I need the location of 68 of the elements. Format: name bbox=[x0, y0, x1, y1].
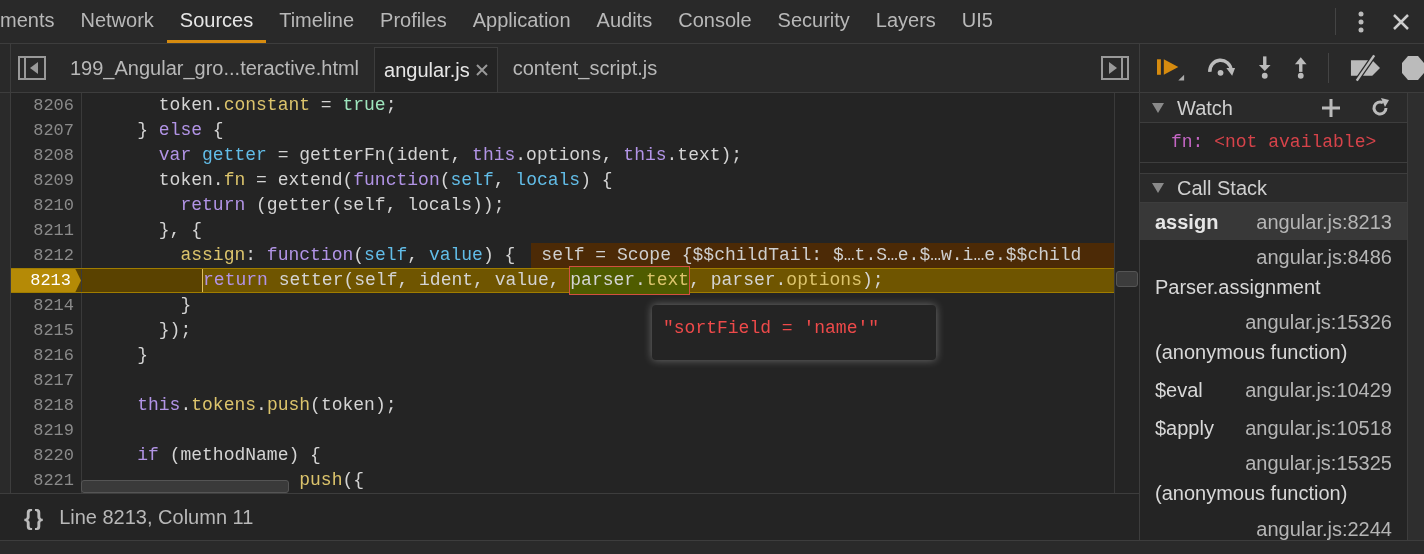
line-number: 8207 bbox=[32, 119, 75, 142]
refresh-icon[interactable] bbox=[1370, 97, 1390, 118]
code-text: } bbox=[180, 294, 192, 317]
code-text: token.constant = true; bbox=[158, 94, 397, 117]
line-number: 8211 bbox=[32, 219, 75, 242]
file-tab[interactable]: angular.js bbox=[374, 47, 498, 92]
cursor-position: Line 8213, Column 11 bbox=[59, 505, 254, 530]
code-text: }); bbox=[158, 319, 192, 342]
line-number: 8220 bbox=[32, 444, 75, 467]
code-text: return setter(self, ident, value, bbox=[203, 269, 561, 292]
code-text: push({ bbox=[299, 469, 365, 492]
step-into-icon[interactable] bbox=[1257, 56, 1273, 80]
call-frame[interactable]: assign angular.js:8213 bbox=[1140, 203, 1407, 240]
panel-tab[interactable]: UI5 bbox=[948, 0, 1006, 43]
panel-tab[interactable]: Network bbox=[67, 0, 167, 43]
panel-tab[interactable]: ments bbox=[0, 0, 68, 43]
file-tab[interactable]: content_script.js bbox=[503, 44, 667, 92]
line-number: 8208 bbox=[32, 144, 75, 167]
watch-header[interactable]: Watch bbox=[1140, 93, 1407, 123]
line-number: 8215 bbox=[32, 319, 75, 342]
panel-tab[interactable]: Timeline bbox=[266, 0, 368, 43]
panel-tab[interactable]: Audits bbox=[583, 0, 666, 43]
sidebar-toggle-icon[interactable] bbox=[18, 56, 46, 80]
line-number: 8218 bbox=[32, 394, 75, 417]
execution-marker: 8213 bbox=[11, 269, 81, 292]
panel-tab[interactable]: Layers bbox=[862, 0, 949, 43]
line-number: 8221 bbox=[32, 469, 75, 492]
line-number: 8206 bbox=[32, 94, 75, 117]
panel-tab[interactable]: Console bbox=[665, 0, 765, 43]
deactivate-breakpoints-icon[interactable] bbox=[1349, 54, 1382, 82]
line-number: 8219 bbox=[32, 419, 75, 442]
code-text: assign: function(self, value) { bbox=[180, 244, 516, 267]
code-text: var getter = getterFn(ident, this.options, this.text); bbox=[158, 144, 743, 167]
line-number: 8209 bbox=[32, 169, 75, 192]
line-number: 8217 bbox=[32, 369, 75, 392]
step-out-icon[interactable] bbox=[1292, 56, 1309, 80]
scrollbar-thumb[interactable] bbox=[81, 480, 289, 493]
disclosure-triangle-icon[interactable] bbox=[1151, 101, 1165, 114]
code-text: if (methodName) { bbox=[137, 444, 321, 467]
code-text: , parser.options); bbox=[689, 269, 884, 292]
code-text: return (getter(self, locals)); bbox=[180, 194, 505, 217]
code-text: } bbox=[137, 344, 149, 367]
inline-value: self = Scope {$$childTail: $…t.S…e.$…w.i…e.$$child bbox=[531, 243, 1114, 268]
line-number: 8212 bbox=[32, 244, 75, 267]
code-text: } else { bbox=[137, 119, 224, 142]
step-over-icon[interactable] bbox=[1206, 58, 1238, 78]
line-number: 8214 bbox=[32, 294, 75, 317]
hover-tooltip: "sortField = 'name'" bbox=[652, 305, 936, 360]
panel-toggle-icon[interactable] bbox=[1101, 56, 1129, 80]
close-icon[interactable] bbox=[475, 64, 488, 76]
close-icon[interactable] bbox=[1392, 12, 1410, 31]
panel-tab[interactable]: Security bbox=[764, 0, 863, 43]
hexagon-icon[interactable] bbox=[1402, 55, 1424, 81]
add-icon[interactable] bbox=[1322, 98, 1340, 117]
file-tab[interactable]: 199_Angular_gro...teractive.html bbox=[61, 44, 369, 92]
line-number: 8216 bbox=[32, 344, 75, 367]
scrollbar-thumb[interactable] bbox=[1116, 271, 1138, 287]
more-menu-icon[interactable] bbox=[1358, 10, 1364, 33]
line-number: 8210 bbox=[32, 194, 75, 217]
pretty-print-button[interactable]: {} bbox=[24, 500, 46, 534]
code-text: }, { bbox=[158, 219, 203, 242]
call-stack-header[interactable]: Call Stack bbox=[1140, 173, 1407, 203]
panel-tab[interactable]: Application bbox=[459, 0, 584, 43]
panel-tab[interactable]: Profiles bbox=[367, 0, 460, 43]
code-text: token.fn = extend(function(self, locals) { bbox=[158, 169, 613, 192]
hovered-expression: parser.text bbox=[570, 267, 690, 294]
code-text: this.tokens.push(token); bbox=[137, 394, 397, 417]
disclosure-triangle-icon[interactable] bbox=[1151, 182, 1165, 194]
